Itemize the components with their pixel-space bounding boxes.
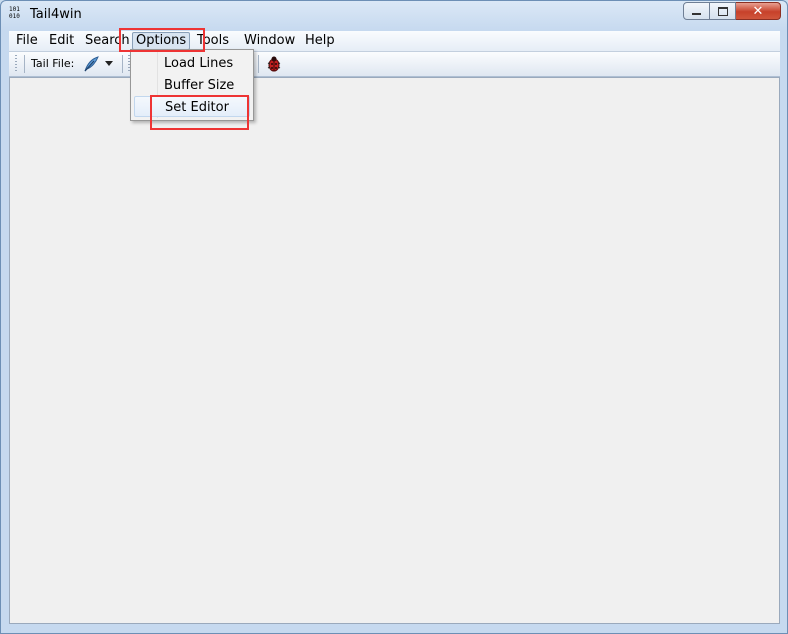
title-bar[interactable]: 101 010 Tail4win ✕ [1,1,787,31]
dropdown-arrow-icon[interactable] [105,61,113,66]
menu-tools[interactable]: Tools [197,33,229,49]
menu-item-label: Buffer Size [164,78,235,93]
menu-file[interactable]: File [16,33,38,49]
menu-item-set-editor[interactable]: Set Editor [134,96,250,117]
menu-search[interactable]: Search [85,33,130,49]
app-icon[interactable]: 101 010 [9,6,23,22]
menu-help[interactable]: Help [305,33,335,49]
menu-item-label: Set Editor [165,100,229,115]
window-controls: ✕ [683,2,781,21]
toolbar-separator [24,55,25,73]
menu-item-buffer-size[interactable]: Buffer Size [134,75,250,96]
menu-edit[interactable]: Edit [49,33,74,49]
bug-icon[interactable] [266,55,282,73]
minimize-icon [692,13,701,15]
toolbar: Tail File: [9,52,780,77]
feather-icon[interactable] [82,55,100,73]
app-window: 101 010 Tail4win ✕ File Edit Search Opti… [0,0,788,634]
tail-file-label: Tail File: [31,57,75,70]
menu-item-load-lines[interactable]: Load Lines [134,53,250,74]
maximize-icon [717,6,728,16]
menu-options[interactable]: Options [132,32,191,50]
menu-bar: File Edit Search Options Tools Window He… [9,31,780,52]
options-dropdown-menu: Load Lines Buffer Size Set Editor [130,49,254,121]
toolbar-separator [122,55,123,73]
toolbar-grip[interactable] [15,55,17,72]
close-button[interactable]: ✕ [736,2,781,20]
close-icon: ✕ [752,3,764,19]
menu-window[interactable]: Window [244,33,295,49]
menu-item-label: Load Lines [164,56,234,71]
toolbar-separator [258,55,259,73]
maximize-button[interactable] [710,2,736,20]
window-title: Tail4win [30,7,82,22]
main-content-area[interactable] [9,77,780,624]
minimize-button[interactable] [683,2,710,20]
